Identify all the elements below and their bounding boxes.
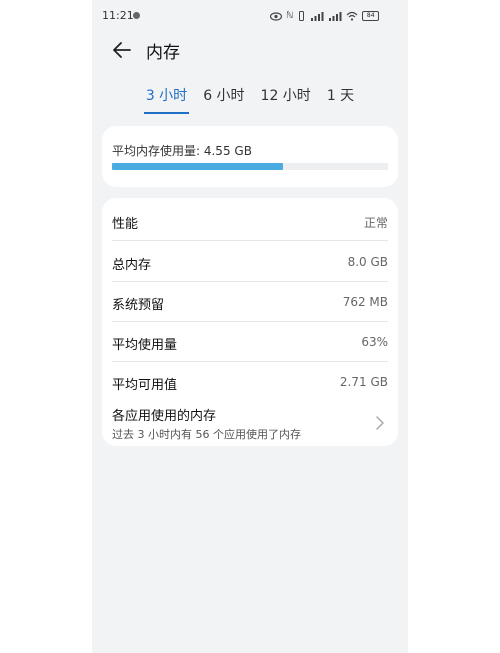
row-performance: 性能 正常 — [112, 200, 388, 241]
back-arrow-icon[interactable] — [112, 40, 132, 60]
per-app-memory-title: 各应用使用的内存 — [112, 409, 217, 424]
memory-usage-card: 平均内存使用量: 4.55 GB — [102, 126, 398, 187]
header: 内存 — [92, 32, 408, 68]
usage-bar-fill — [112, 163, 284, 170]
row-label: 系统预留 — [112, 298, 165, 313]
battery-icon: 84 — [362, 11, 380, 21]
time-range-tabs: 3 小时 6 小时 12 小时 1 天 — [92, 86, 408, 114]
tab-3-hours[interactable]: 3 小时 — [143, 86, 190, 114]
signal-icon — [311, 12, 324, 21]
usage-bar-track — [112, 163, 388, 170]
tab-1-day[interactable]: 1 天 — [325, 86, 356, 112]
status-time: 11:21 — [102, 9, 134, 22]
vibrate-icon — [299, 11, 305, 21]
status-icons: ℕ 84 — [270, 10, 380, 22]
per-app-memory-subtitle: 过去 3 小时内有 56 个应用使用了内存 — [112, 428, 301, 441]
row-value: 762 MB — [342, 295, 388, 309]
row-system-reserved: 系统预留 762 MB — [112, 281, 388, 322]
row-average-usage: 平均使用量 63% — [112, 321, 388, 362]
chevron-right-icon — [376, 416, 384, 430]
signal-icon — [329, 12, 342, 21]
eye-icon — [270, 11, 282, 21]
nfc-icon: ℕ — [286, 11, 294, 21]
row-value: 8.0 GB — [347, 255, 388, 269]
tab-6-hours[interactable]: 6 小时 — [201, 86, 246, 112]
row-label: 平均使用量 — [112, 338, 178, 353]
average-usage-label: 平均内存使用量: 4.55 GB — [112, 144, 252, 158]
row-total-memory: 总内存 8.0 GB — [112, 241, 388, 282]
row-value: 正常 — [363, 216, 388, 230]
per-app-memory-item[interactable]: 各应用使用的内存 过去 3 小时内有 56 个应用使用了内存 — [112, 401, 388, 445]
status-bar: 11:21 ℕ 84 — [92, 0, 408, 32]
row-value: 63% — [361, 335, 388, 349]
tab-12-hours[interactable]: 12 小时 — [259, 86, 313, 112]
row-label: 总内存 — [112, 258, 152, 273]
wifi-icon — [346, 11, 358, 21]
row-average-available: 平均可用值 2.71 GB — [112, 361, 388, 401]
row-value: 2.71 GB — [339, 375, 388, 389]
phone-screen: 11:21 ℕ 84 内存 3 小时 6 小时 12 小时 1 天 平均内存使用… — [92, 0, 408, 653]
page-title: 内存 — [146, 43, 180, 63]
notification-dot-icon — [133, 12, 140, 19]
memory-details-card: 性能 正常 总内存 8.0 GB 系统预留 762 MB 平均使用量 63% 平… — [102, 198, 398, 446]
row-label: 性能 — [112, 217, 139, 232]
row-label: 平均可用值 — [112, 378, 178, 393]
